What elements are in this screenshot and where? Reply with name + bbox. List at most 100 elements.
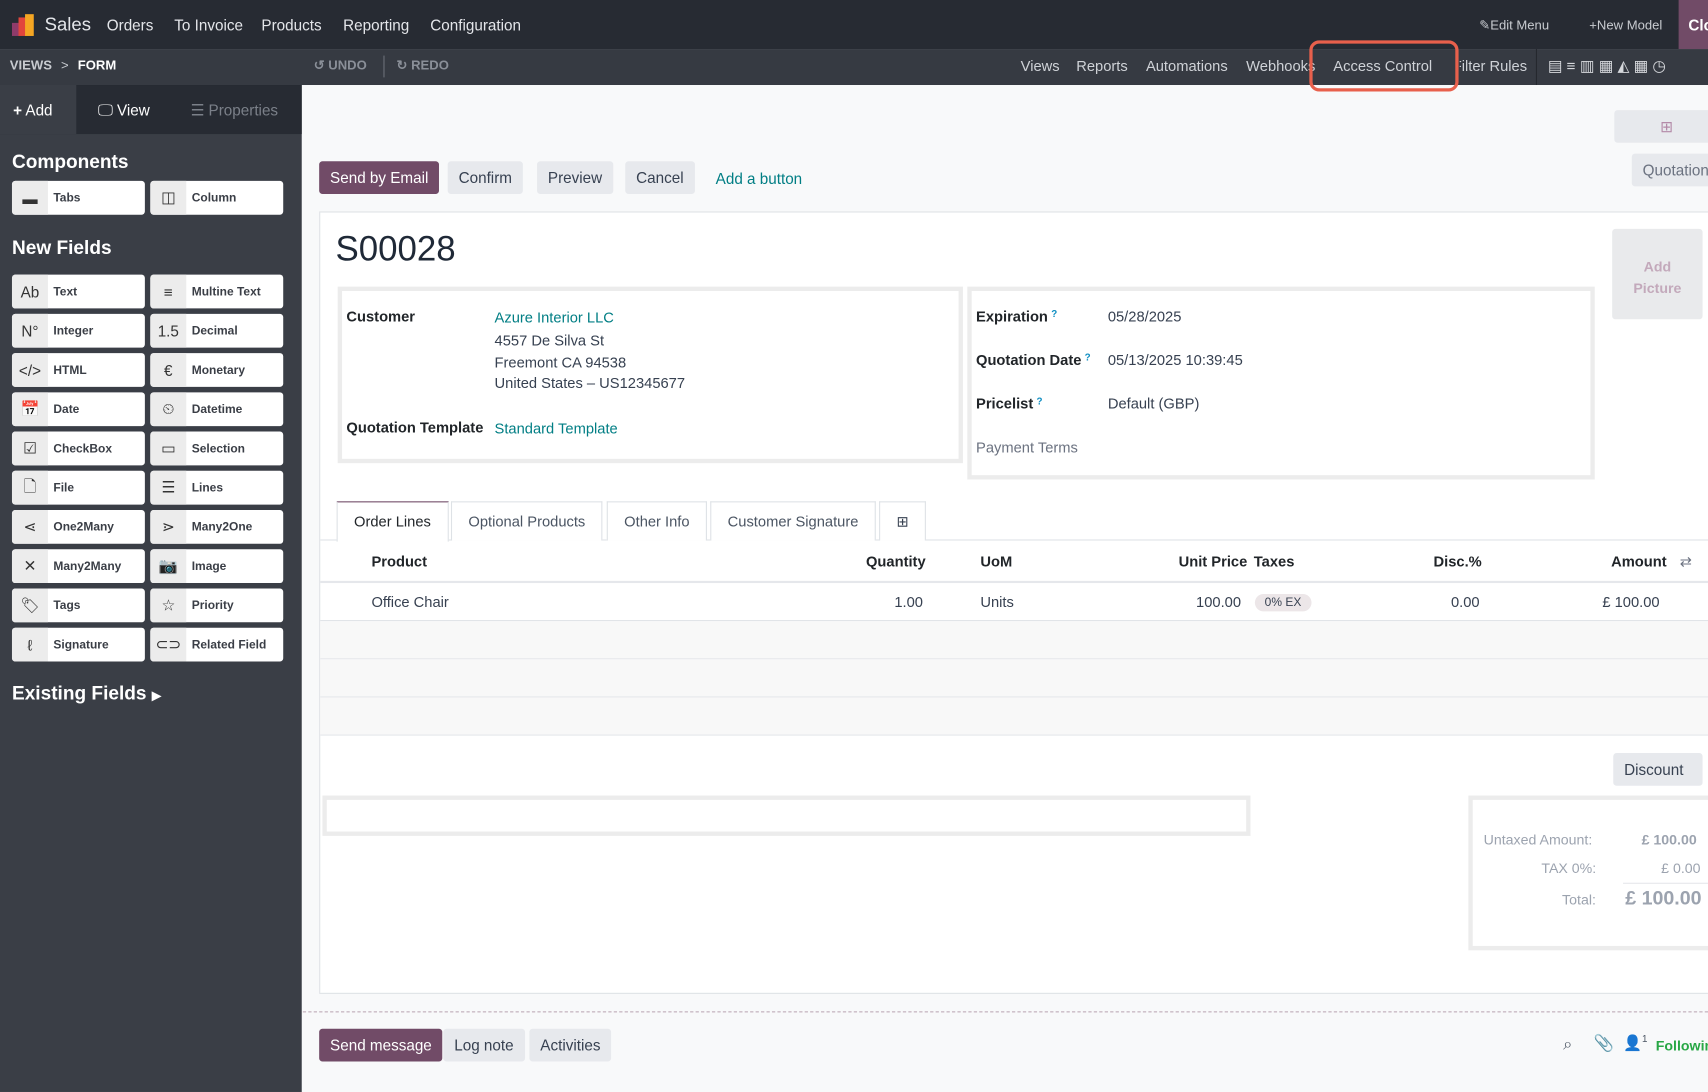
graph-view-icon[interactable]: ◭ (1617, 57, 1633, 74)
col-unit-price[interactable]: Unit Price (1179, 554, 1248, 570)
menu-configuration[interactable]: Configuration (430, 16, 521, 33)
field-tags[interactable]: 🏷 Tags (11, 588, 145, 623)
col-uom[interactable]: UoM (980, 554, 1012, 570)
tab-order-lines[interactable]: Order Lines (336, 501, 449, 542)
help-icon[interactable]: ? (1085, 352, 1091, 363)
app-name[interactable]: Sales (45, 14, 91, 36)
tax-badge[interactable]: 0% EX (1254, 593, 1312, 612)
field-column[interactable]: ◫ Column (150, 180, 284, 215)
add-tab-button[interactable]: ⊞ (879, 501, 927, 541)
kanban-view-icon[interactable]: ▥ (1580, 57, 1599, 74)
add-a-button-link[interactable]: Add a button (716, 170, 802, 187)
col-quantity[interactable]: Quantity (866, 554, 926, 570)
field-monetary[interactable]: € Monetary (150, 353, 284, 387)
menu-reporting[interactable]: Reporting (343, 16, 409, 33)
help-icon[interactable]: ? (1037, 396, 1043, 407)
redo-button[interactable]: ↻ REDO (397, 58, 449, 73)
breadcrumb-views[interactable]: VIEWS (10, 58, 52, 73)
field-many2many[interactable]: ✕ Many2Many (11, 549, 145, 584)
close-studio-button[interactable]: Close (1678, 0, 1708, 50)
paperclip-icon[interactable]: 📎 (1594, 1033, 1614, 1053)
field-signature[interactable]: ℓ Signature (11, 627, 145, 662)
automations-link[interactable]: Automations (1146, 58, 1228, 74)
edit-menu-button[interactable]: ✎Edit Menu (1479, 17, 1549, 32)
tab-add[interactable]: + Add (0, 85, 77, 135)
webhooks-link[interactable]: Webhooks (1246, 58, 1315, 74)
following-button[interactable]: Following (1656, 1037, 1708, 1053)
unit-price-cell[interactable]: 100.00 (1196, 594, 1241, 610)
discount-button[interactable]: Discount (1613, 753, 1703, 786)
reports-link[interactable]: Reports (1076, 58, 1128, 74)
calendar-view-icon[interactable]: ▦ (1599, 57, 1618, 74)
followers-button[interactable]: 👤1 (1623, 1033, 1647, 1052)
preview-button[interactable]: Preview (537, 161, 614, 194)
activity-view-icon[interactable]: ◷ (1652, 57, 1670, 74)
field-multine-text[interactable]: ≡ Multine Text (150, 274, 284, 309)
cancel-button[interactable]: Cancel (625, 161, 695, 194)
undo-button[interactable]: ↺ UNDO (314, 58, 367, 73)
field-label: Monetary (191, 363, 245, 377)
existing-fields-toggle[interactable]: Existing Fields ▶ (12, 682, 161, 705)
expiration-field[interactable]: 05/28/2025 (1108, 308, 1182, 324)
field-checkbox[interactable]: ☑ CheckBox (11, 431, 145, 466)
field-text[interactable]: Ab Text (11, 274, 145, 309)
add-smart-button[interactable]: ⊞ (1614, 110, 1708, 143)
quantity-cell[interactable]: 1.00 (894, 594, 923, 610)
form-view-icon[interactable]: ▤ (1548, 57, 1567, 74)
pricelist-field[interactable]: Default (GBP) (1108, 396, 1200, 412)
search-icon[interactable]: ⌕ (1563, 1035, 1572, 1054)
field-date[interactable]: 📅 Date (11, 392, 145, 427)
field-priority[interactable]: ☆ Priority (150, 588, 284, 623)
field-many2one[interactable]: ⋗ Many2One (150, 510, 284, 544)
col-amount[interactable]: Amount (1611, 554, 1667, 570)
new-model-button[interactable]: +New Model (1589, 17, 1662, 32)
field-image[interactable]: 📷 Image (150, 549, 284, 584)
field-html[interactable]: </> HTML (11, 353, 145, 387)
sales-app-icon[interactable] (11, 14, 34, 36)
uom-cell[interactable]: Units (980, 594, 1014, 610)
field-selection[interactable]: ▭ Selection (150, 431, 284, 466)
product-cell[interactable]: Office Chair (371, 594, 448, 610)
terms-note-field[interactable] (322, 795, 1251, 836)
quotation-date-field[interactable]: 05/13/2025 10:39:45 (1108, 352, 1243, 368)
selection-icon: ▭ (150, 431, 187, 466)
optional-columns-icon[interactable]: ⇄ (1680, 554, 1692, 571)
customer-label: Customer (346, 308, 416, 325)
send-by-email-button[interactable]: Send by Email (319, 161, 440, 194)
add-picture-button[interactable]: Add Picture (1612, 228, 1703, 320)
list-view-icon[interactable]: ≡ (1567, 57, 1580, 74)
field-tabs[interactable]: ▬ Tabs (11, 180, 145, 215)
col-disc[interactable]: Disc.% (1434, 554, 1482, 570)
confirm-button[interactable]: Confirm (447, 161, 523, 194)
template-field[interactable]: Standard Template (495, 421, 618, 437)
tab-properties[interactable]: ☰ Properties (178, 85, 292, 134)
menu-to-invoice[interactable]: To Invoice (174, 16, 243, 33)
menu-orders[interactable]: Orders (107, 16, 154, 33)
customer-field[interactable]: Azure Interior LLC (495, 310, 614, 326)
field-decimal[interactable]: 1.5 Decimal (150, 313, 284, 348)
field-one2many[interactable]: ⋖ One2Many (11, 510, 145, 544)
field-file[interactable]: 🗋 File (11, 470, 145, 505)
send-message-button[interactable]: Send message (319, 1028, 443, 1062)
activities-button[interactable]: Activities (529, 1028, 612, 1062)
status-quotation[interactable]: Quotation (1631, 153, 1708, 187)
disc-cell[interactable]: 0.00 (1451, 594, 1480, 610)
pivot-view-icon[interactable]: ▦ (1634, 57, 1653, 74)
template-label: Quotation Template (346, 419, 484, 436)
tab-optional-products[interactable]: Optional Products (450, 501, 603, 541)
col-product[interactable]: Product (371, 554, 427, 570)
views-link[interactable]: Views (1021, 58, 1060, 74)
filter-rules-link[interactable]: Filter Rules (1460, 58, 1528, 74)
field-datetime[interactable]: ⏲ Datetime (150, 392, 284, 427)
menu-products[interactable]: Products (261, 16, 321, 33)
field-lines[interactable]: ☰ Lines (150, 470, 284, 505)
tab-view[interactable]: 🖵 View (85, 85, 163, 134)
help-icon[interactable]: ? (1051, 308, 1057, 319)
tab-other-info[interactable]: Other Info (606, 501, 708, 541)
amount-cell[interactable]: £ 100.00 (1602, 594, 1659, 610)
log-note-button[interactable]: Log note (443, 1028, 525, 1062)
field-related-field[interactable]: ⊂⊃ Related Field (150, 627, 284, 662)
tab-customer-signature[interactable]: Customer Signature (710, 501, 876, 541)
col-taxes[interactable]: Taxes (1254, 554, 1295, 570)
field-integer[interactable]: N° Integer (11, 313, 145, 348)
